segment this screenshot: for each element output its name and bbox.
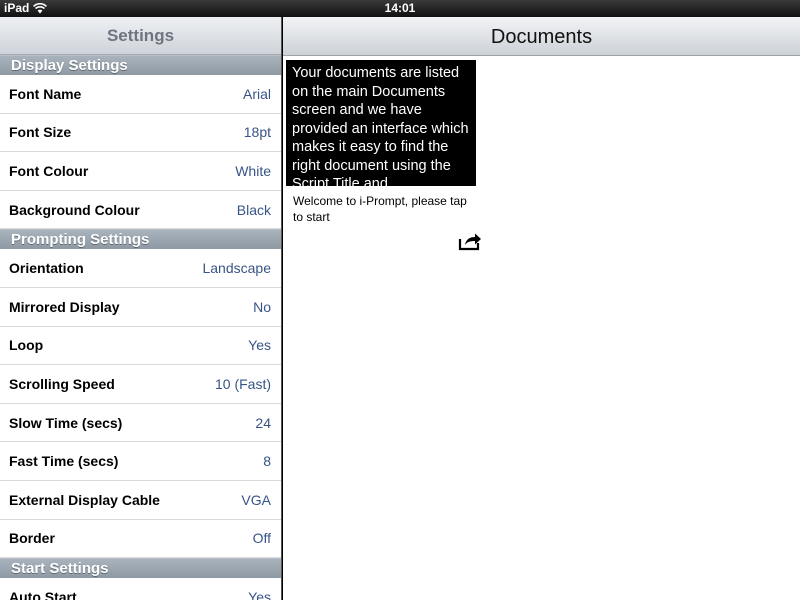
setting-value: Arial (242, 85, 271, 102)
status-bar: iPad 14:01 (0, 0, 800, 17)
setting-value: Yes (248, 337, 271, 354)
setting-value: White (235, 162, 271, 179)
settings-panel: Settings Display Settings Font Name Arial F… (0, 17, 282, 600)
document-caption: Welcome to i-Prompt, please tap to start (293, 194, 467, 224)
setting-value: Landscape (202, 260, 271, 277)
document-card[interactable]: Your documents are listed on the main Do… (286, 60, 481, 251)
settings-row[interactable]: Font Size 18pt (0, 114, 281, 153)
settings-row[interactable]: Font Name Arial (0, 75, 281, 114)
setting-label: External Display Cable (9, 491, 160, 508)
setting-value: 18pt (243, 124, 271, 141)
settings-row[interactable]: Mirrored Display No (0, 288, 281, 327)
settings-row[interactable]: Scrolling Speed 10 (Fast) (0, 365, 281, 404)
setting-value: Off (252, 530, 271, 547)
setting-label: Background Colour (9, 201, 140, 218)
setting-label: Font Size (9, 124, 72, 141)
section-header: Prompting Settings (0, 229, 281, 250)
settings-row[interactable]: Background Colour Black (0, 191, 281, 230)
setting-label: Slow Time (secs) (9, 414, 123, 431)
section-header: Start Settings (0, 558, 281, 579)
settings-row[interactable]: Loop Yes (0, 327, 281, 366)
settings-row[interactable]: Orientation Landscape (0, 249, 281, 288)
settings-row[interactable]: Auto Start Yes (0, 578, 281, 600)
settings-row[interactable]: Fast Time (secs) 8 (0, 442, 281, 481)
status-time: 14:01 (384, 1, 416, 15)
setting-value: 8 (263, 453, 271, 470)
setting-value: Black (236, 201, 271, 218)
section-header: Display Settings (0, 55, 281, 75)
setting-value: No (253, 298, 271, 315)
documents-panel: Documents Your documents are listed on t… (283, 17, 800, 600)
settings-list: Display Settings Font Name Arial Font Size 1… (0, 55, 281, 600)
settings-row[interactable]: Border Off (0, 520, 281, 559)
settings-row[interactable]: External Display Cable VGA (0, 481, 281, 520)
settings-row[interactable]: Slow Time (secs) 24 (0, 404, 281, 443)
setting-label: Font Colour (9, 162, 89, 179)
setting-label: Fast Time (secs) (9, 453, 119, 470)
setting-value: 24 (255, 414, 271, 431)
setting-value: Yes (248, 588, 271, 600)
settings-title: Settings (0, 17, 281, 55)
settings-row[interactable]: Font Colour White (0, 152, 281, 191)
documents-title: Documents (283, 17, 800, 56)
share-icon[interactable] (458, 231, 482, 251)
setting-label: Font Name (9, 85, 82, 102)
setting-label: Auto Start (9, 588, 77, 600)
setting-label: Border (9, 530, 55, 547)
setting-label: Scrolling Speed (9, 375, 115, 392)
setting-label: Loop (9, 337, 44, 354)
setting-label: Mirrored Display (9, 298, 120, 315)
setting-value: 10 (Fast) (214, 375, 271, 392)
document-preview[interactable]: Your documents are listed on the main Do… (286, 60, 476, 186)
setting-label: Orientation (9, 260, 84, 277)
setting-value: VGA (241, 491, 271, 508)
